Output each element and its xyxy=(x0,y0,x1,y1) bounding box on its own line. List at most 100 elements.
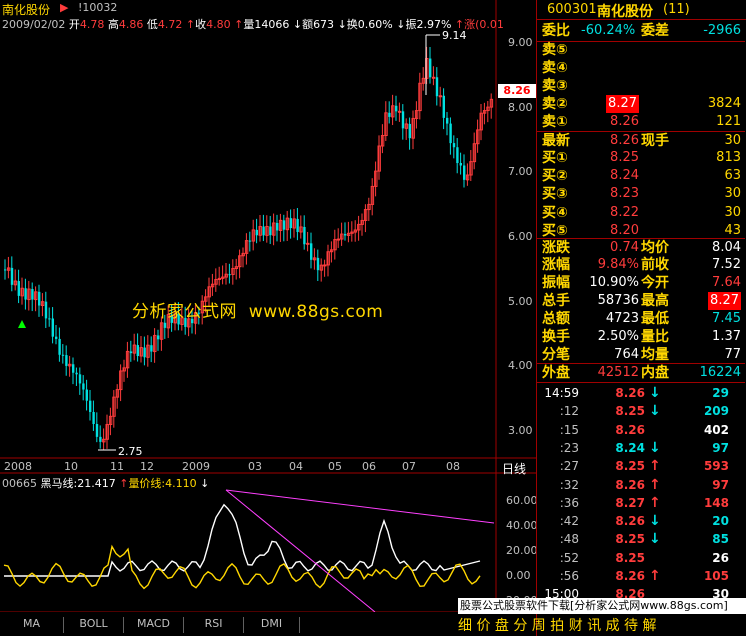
candle-body xyxy=(17,281,20,296)
buy-price: 8.23 xyxy=(610,186,639,202)
sell-row: 卖③ xyxy=(537,77,745,95)
tick-row[interactable]: :42 8.26 ↓ 20 xyxy=(537,512,745,530)
volume-label: 量 xyxy=(243,18,255,31)
tick-row[interactable]: :32 8.26 ↑ 97 xyxy=(537,476,745,494)
latest-label: 最新 xyxy=(542,133,570,149)
stat-value: 77 xyxy=(724,347,741,362)
candle-body xyxy=(456,147,459,164)
candle-body xyxy=(303,226,306,245)
candle-body xyxy=(397,110,402,113)
stat-value: 4723 xyxy=(605,311,639,326)
quote-panel: 600301 南化股份 (11) 委比 -60.24% 委差 -2966 卖⑤ 卖… xyxy=(536,0,746,636)
tick-price: 8.25 xyxy=(615,550,645,565)
sell-label: 卖⑤ xyxy=(542,42,568,58)
buy-signal-icon xyxy=(18,320,26,328)
stat-label: 均量 xyxy=(641,347,669,363)
candle-body xyxy=(395,105,398,112)
stat-row: 总手 58736 最高 8.27 xyxy=(537,292,745,310)
buy-volume: 30 xyxy=(724,204,741,220)
stat-label: 量比 xyxy=(641,329,669,345)
tick-row[interactable]: :48 8.25 ↓ 85 xyxy=(537,530,745,548)
stat-value: 9.84% xyxy=(597,257,639,272)
tick-row[interactable]: :56 8.26 ↑ 105 xyxy=(537,567,745,585)
tick-time: :56 xyxy=(559,569,579,583)
candle-body xyxy=(306,242,310,245)
indicator-code: !10032 xyxy=(77,1,118,14)
candle-body xyxy=(58,338,61,355)
trend-line[interactable] xyxy=(225,489,376,612)
tick-row[interactable]: :52 8.25 26 xyxy=(537,549,745,567)
up-arrow-icon: ↑ xyxy=(234,18,244,31)
candle-body xyxy=(92,411,95,424)
tab-dmi[interactable]: DMI xyxy=(244,617,300,633)
stat-row: 涨幅 9.84% 前收 7.52 xyxy=(537,256,745,274)
price-tick-label: 7.00 xyxy=(508,165,533,178)
tick-row[interactable]: :27 8.25 ↑ 593 xyxy=(537,457,745,475)
tab-macd[interactable]: MACD xyxy=(124,617,184,633)
candle-body xyxy=(316,257,320,271)
candle-body xyxy=(276,222,279,231)
line2-label: 量价线: xyxy=(128,477,166,490)
tick-price: 8.25 xyxy=(615,404,645,419)
up-arrow-icon: ↑ xyxy=(649,476,661,493)
sell-row: 卖② 8.27 3824 xyxy=(537,95,745,113)
tick-volume: 148 xyxy=(703,495,729,510)
weibi-row: 委比 -60.24% 委差 -2966 xyxy=(537,22,745,42)
tab-boll[interactable]: BOLL xyxy=(64,617,124,633)
indicator-code-area: ▶ !10032 xyxy=(60,1,117,14)
amount-value: 673 xyxy=(313,18,335,31)
ticker-bar: 股票公式股票软件下载[分析家公式网www.88gs.com] 细 价 盘 分 周… xyxy=(458,598,746,636)
weibi-value: -60.24% xyxy=(581,23,636,38)
buy-row: 买④ 8.22 30 xyxy=(537,204,745,222)
up-arrow-icon: ↑ xyxy=(649,458,661,475)
candle-body xyxy=(31,289,34,300)
candle-body xyxy=(150,345,153,352)
tick-volume: 209 xyxy=(703,404,729,419)
volume-value: 14066 xyxy=(254,18,290,31)
tab-rsi[interactable]: RSI xyxy=(184,617,244,633)
tick-row[interactable]: :36 8.27 ↑ 148 xyxy=(537,494,745,512)
price-tick-label: 6.00 xyxy=(508,230,533,243)
trough-label: 2.75 xyxy=(118,445,143,458)
time-tick-label: 04 xyxy=(289,460,303,473)
down-arrow-icon: ↓ xyxy=(200,477,210,490)
time-tick-label: 06 xyxy=(362,460,376,473)
tick-row[interactable]: 14:59 8.26 ↓ 29 xyxy=(537,384,745,402)
stock-code: 600301 xyxy=(547,2,597,17)
buy-volume: 813 xyxy=(716,150,741,165)
time-tick-label: 05 xyxy=(328,460,342,473)
weibi-label: 委比 xyxy=(542,23,570,39)
candle-body xyxy=(129,351,133,354)
sell-label: 卖④ xyxy=(542,60,568,76)
latest-row: 最新 8.26 现手 30 xyxy=(537,131,745,150)
low-value: 4.72 xyxy=(157,18,183,31)
tab-ma[interactable]: MA xyxy=(0,617,64,633)
down-arrow-icon: ↓ xyxy=(292,18,303,31)
high-label: 高 xyxy=(107,18,119,31)
buy-label: 买① xyxy=(542,150,568,166)
stock-count: (11) xyxy=(663,2,690,17)
candle-body xyxy=(388,112,391,117)
time-tick-label: 11 xyxy=(110,460,124,473)
candle-body xyxy=(296,218,299,232)
tick-row[interactable]: :12 8.25 ↓ 209 xyxy=(537,402,745,420)
waipan-label: 外盘 xyxy=(542,365,570,381)
kline-chart[interactable]: 南化股份 ▶ !10032 2009/02/02 开4.78 高4.86 低4.… xyxy=(0,0,538,612)
tick-row[interactable]: :15 8.26 402 xyxy=(537,421,745,439)
ticker-line-2: 细 价 盘 分 周 拍 财 讯 成 待 解 xyxy=(458,618,657,634)
stock-name: 南化股份 xyxy=(597,4,653,20)
candle-body xyxy=(72,364,75,373)
tick-volume: 29 xyxy=(712,386,729,400)
stat-label: 涨幅 xyxy=(542,257,570,273)
change-value: (0.01 xyxy=(475,18,504,31)
tick-price: 8.25 xyxy=(615,532,645,547)
trend-line[interactable] xyxy=(225,489,495,524)
stat-label: 最低 xyxy=(641,311,669,327)
tick-price: 8.24 xyxy=(615,440,645,455)
indicator-tick-label: 20.00 xyxy=(506,544,538,557)
stat-value: 58736 xyxy=(597,293,639,308)
price-tick-label: 9.00 xyxy=(508,36,533,49)
stat-label: 前收 xyxy=(641,257,669,273)
tick-row[interactable]: :23 8.24 ↓ 97 xyxy=(537,439,745,457)
waipan-row: 外盘 42512 内盘 16224 xyxy=(537,363,745,383)
